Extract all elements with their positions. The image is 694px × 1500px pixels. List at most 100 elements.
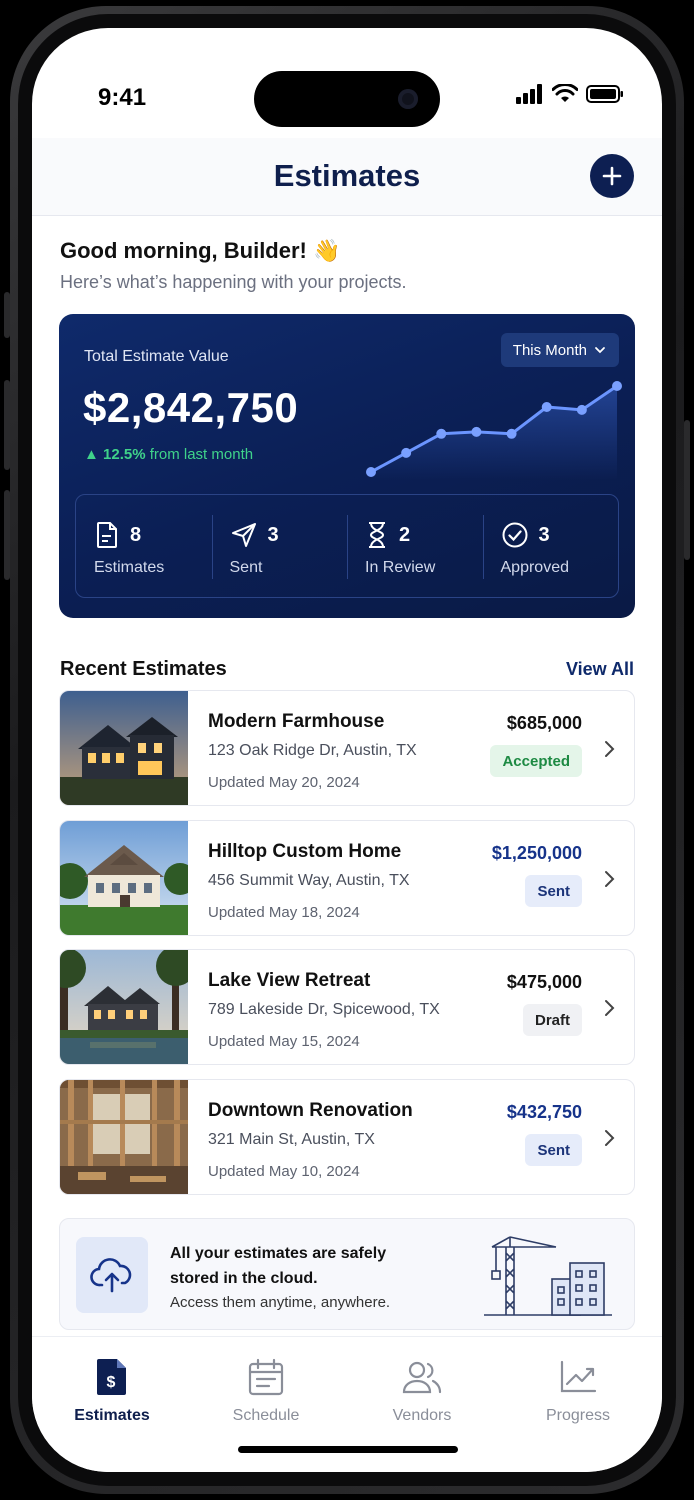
- status-badge: Draft: [522, 1004, 582, 1036]
- cloud-storage-banner: All your estimates are safely stored in …: [59, 1218, 635, 1330]
- summary-card: Total Estimate Value $2,842,750 ▲ 12.5% …: [59, 314, 635, 618]
- renovation-photo: [60, 1080, 188, 1194]
- stat-sent[interactable]: 3 Sent: [211, 495, 348, 597]
- sparkline-point: [436, 428, 447, 439]
- sparkline-point: [612, 381, 622, 391]
- stat-count: 3: [538, 523, 550, 546]
- calendar-icon: [248, 1358, 284, 1396]
- estimate-address: 456 Summit Way, Austin, TX: [208, 872, 410, 889]
- stat-count: 8: [130, 523, 142, 546]
- chevron-right-icon: [605, 871, 615, 887]
- estimate-name: Lake View Retreat: [208, 970, 371, 991]
- tab-schedule[interactable]: Schedule: [206, 1357, 326, 1425]
- estimate-card[interactable]: Hilltop Custom Home 456 Summit Way, Aust…: [59, 820, 635, 936]
- status-badge: Sent: [525, 875, 582, 907]
- stat-count: 3: [267, 523, 279, 546]
- stats-row: 8 Estimates 3 Sent 2 In Review 3 Approve…: [75, 494, 619, 598]
- hourglass-icon: [369, 522, 385, 548]
- cloud-title: All your estimates are safely stored in …: [170, 1245, 387, 1287]
- plus-icon: [602, 166, 622, 186]
- chevron-down-icon: [595, 347, 605, 354]
- tab-label: Estimates: [74, 1407, 150, 1424]
- change-text: from last month: [145, 446, 254, 463]
- stat-estimates[interactable]: 8 Estimates: [76, 495, 212, 597]
- status-icons: [516, 84, 624, 104]
- estimate-name: Downtown Renovation: [208, 1100, 413, 1121]
- view-all-link[interactable]: View All: [566, 659, 634, 680]
- sparkline-point: [401, 447, 412, 458]
- tab-vendors[interactable]: Vendors: [362, 1357, 482, 1425]
- lake-retreat-photo: [60, 950, 188, 1064]
- estimate-amount: $475,000: [506, 972, 582, 992]
- change-indicator: ▲ 12.5% from last month: [84, 446, 253, 463]
- sparkline-point: [366, 467, 376, 477]
- screen: 9:41 Estimates Good morning, Builder! 👋 …: [32, 28, 662, 1472]
- stat-label: Approved: [500, 559, 570, 576]
- period-label: This Month: [512, 341, 587, 359]
- estimate-updated: Updated May 10, 2024: [208, 1163, 360, 1180]
- app-header: Estimates: [32, 138, 662, 216]
- farmhouse-photo: [60, 691, 188, 805]
- home-indicator: [238, 1446, 458, 1453]
- stat-count: 2: [399, 523, 411, 546]
- greeting-title: Good morning, Builder! 👋: [60, 238, 341, 263]
- cloud-subtitle: Access them anytime, anywhere.: [170, 1294, 391, 1311]
- phone-bezel: 9:41 Estimates Good morning, Builder! 👋 …: [18, 14, 676, 1486]
- phone-frame: 9:41 Estimates Good morning, Builder! 👋 …: [10, 6, 684, 1494]
- estimate-amount: $432,750: [506, 1102, 582, 1122]
- recent-estimates-title: Recent Estimates: [60, 658, 227, 680]
- estimate-card[interactable]: Modern Farmhouse 123 Oak Ridge Dr, Austi…: [59, 690, 635, 806]
- stat-label: In Review: [365, 559, 436, 576]
- status-time: 9:41: [98, 84, 147, 111]
- estimate-updated: Updated May 20, 2024: [208, 774, 360, 791]
- wifi-icon: [552, 84, 578, 102]
- chevron-right-icon: [605, 1130, 615, 1146]
- power-button[interactable]: [684, 420, 690, 560]
- estimate-card[interactable]: Downtown Renovation 321 Main St, Austin,…: [59, 1079, 635, 1195]
- battery-icon: [586, 85, 623, 103]
- estimate-card[interactable]: Lake View Retreat 789 Lakeside Dr, Spice…: [59, 949, 635, 1065]
- document-icon: [97, 522, 117, 548]
- estimate-amount: $685,000: [506, 713, 582, 733]
- estimate-updated: Updated May 18, 2024: [208, 904, 360, 921]
- status-badge: Accepted: [490, 745, 582, 777]
- sparkline-point: [541, 402, 552, 413]
- estimate-amount: $1,250,000: [491, 843, 582, 863]
- change-percent: ▲ 12.5%: [84, 446, 146, 463]
- custom-home-photo: [60, 821, 188, 935]
- total-value-label: Total Estimate Value: [84, 348, 229, 365]
- camera-icon: [398, 89, 418, 109]
- page-title: Estimates: [273, 158, 421, 193]
- sparkline-point: [506, 428, 517, 439]
- greeting-subtitle: Here’s what’s happening with your projec…: [60, 272, 407, 292]
- stat-approved[interactable]: 3 Approved: [482, 495, 619, 597]
- tab-progress[interactable]: Progress: [518, 1357, 638, 1425]
- stat-label: Estimates: [94, 559, 165, 576]
- period-dropdown[interactable]: This Month: [500, 333, 619, 367]
- estimate-updated: Updated May 15, 2024: [208, 1033, 360, 1050]
- cloud-upload-icon: [90, 1258, 132, 1293]
- invoice-dollar-icon: $: [97, 1359, 126, 1395]
- status-badge: Sent: [525, 1134, 582, 1166]
- cloud-icon-tile: [76, 1237, 148, 1313]
- tab-label: Schedule: [232, 1407, 300, 1424]
- svg-text:$: $: [107, 1374, 116, 1391]
- estimate-name: Hilltop Custom Home: [208, 841, 402, 862]
- trend-sparkline: [366, 381, 622, 480]
- stat-label: Sent: [229, 559, 263, 576]
- estimate-address: 321 Main St, Austin, TX: [208, 1131, 375, 1148]
- sparkline-point: [576, 404, 587, 415]
- send-icon: [231, 523, 256, 547]
- sparkline-point: [471, 426, 482, 437]
- signal-icon: [516, 84, 542, 104]
- add-estimate-button[interactable]: [590, 154, 634, 198]
- total-value: $2,842,750: [83, 384, 299, 431]
- stat-in-review[interactable]: 2 In Review: [347, 495, 483, 597]
- crane-building-illustration: [484, 1236, 612, 1316]
- check-circle-icon: [502, 522, 527, 548]
- trend-chart-icon: [560, 1360, 597, 1393]
- tab-label: Progress: [545, 1407, 611, 1424]
- estimate-address: 789 Lakeside Dr, Spicewood, TX: [208, 1001, 440, 1018]
- chevron-right-icon: [605, 1000, 615, 1016]
- tab-estimates[interactable]: $ Estimates: [52, 1357, 172, 1425]
